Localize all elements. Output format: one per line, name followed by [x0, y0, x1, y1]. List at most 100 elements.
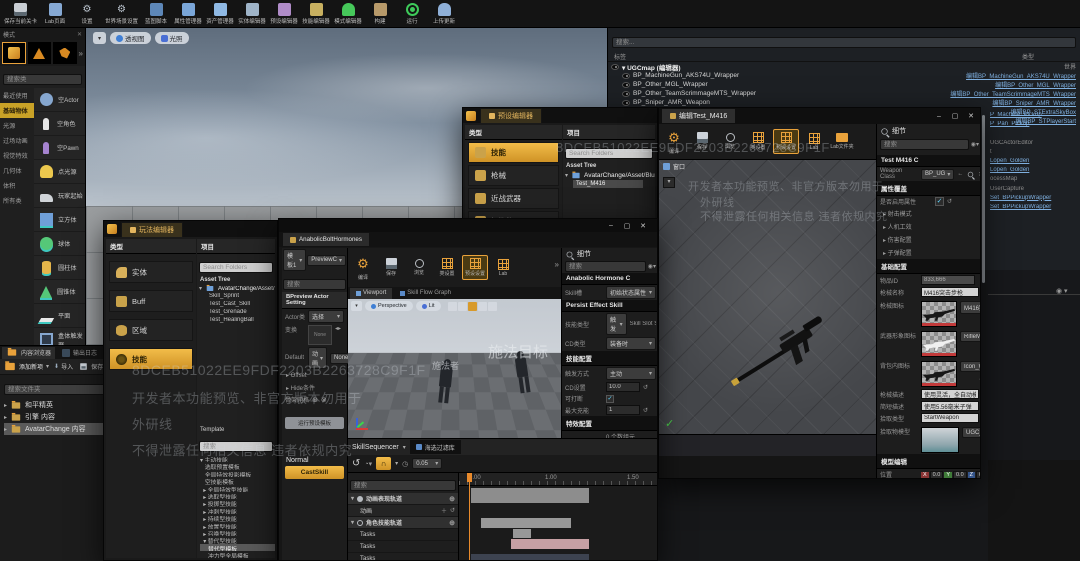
add-new-button[interactable]: 添加新项 ▾ — [4, 362, 49, 371]
asset-dropdown[interactable]: UGC_BP_M▾ — [962, 427, 981, 438]
placeable-item[interactable]: 平面 — [34, 304, 85, 328]
cooldown-field[interactable] — [606, 382, 640, 392]
asset-row[interactable]: Test_Grenade — [197, 309, 275, 317]
item-id-field[interactable] — [921, 275, 975, 285]
template-row[interactable]: ▸ 选取型技能 — [200, 492, 275, 499]
modes-category[interactable]: 视觉特效 — [0, 148, 34, 163]
outliner-type-link[interactable]: 编辑BP_Sniper_AMR_Wrapper — [992, 98, 1080, 107]
placeable-item[interactable]: 空角色 — [34, 112, 85, 136]
pos-y-field[interactable]: 0.0 — [953, 471, 967, 479]
mode-tab-place[interactable] — [2, 42, 26, 64]
weapon-name-field[interactable] — [921, 287, 979, 297]
transform-thumbnail[interactable]: None — [308, 325, 332, 345]
outliner-type-link[interactable]: 世界 — [1064, 62, 1080, 71]
text-field[interactable] — [921, 413, 979, 423]
toolbar-button[interactable]: 预设设置 — [773, 129, 799, 154]
track-add-icon[interactable]: ＋ — [441, 506, 447, 515]
window-menu-label[interactable]: 窗口 — [673, 162, 685, 171]
preview-search-input[interactable] — [283, 279, 346, 290]
toolbar-button[interactable]: 保存 — [689, 130, 715, 153]
toolbar-button[interactable]: 设置 — [73, 3, 101, 25]
snap-interval-dropdown[interactable]: 0.05▾ — [412, 458, 442, 469]
actor-class-dropdown[interactable]: 选择▾ — [308, 310, 344, 323]
toolbar-button[interactable]: 编译 — [661, 127, 687, 157]
toolbar-button[interactable]: 预设设置 — [462, 255, 488, 280]
visibility-eye-icon[interactable] — [611, 64, 619, 70]
preview-tab-dropdown[interactable]: PreviewC▾ — [307, 255, 346, 266]
visibility-eye-icon[interactable] — [622, 100, 630, 106]
track-group-row[interactable]: ▾ 角色技能轨道 ⊕ — [348, 517, 458, 529]
gameplay-editor-tab[interactable]: 玩法编辑器 — [121, 222, 183, 237]
outliner-type-link[interactable]: 编辑BP_MachineGun_AKS74U_Wrapper — [966, 71, 1080, 80]
template-tab-dropdown[interactable]: 模板1▾ — [283, 249, 306, 271]
collapsed-group-row[interactable]: ▸ 人机工效 — [877, 220, 981, 233]
template-row[interactable]: ▾ 替代型技能 — [200, 536, 275, 543]
visibility-eye-icon[interactable] — [622, 82, 630, 88]
skill-preview-viewport[interactable]: ▾ Perspective Lit 施法者 施法目标 — [348, 299, 561, 438]
placeable-item[interactable]: 玩家起始 — [34, 184, 85, 208]
template-row[interactable]: ▾ 主动技能 — [200, 455, 275, 462]
maximize-button[interactable]: ▢ — [949, 111, 961, 121]
template-row[interactable]: ▸ 投掷型技能 — [200, 499, 275, 506]
track-row[interactable]: 动画 ＋ ↺ — [348, 505, 458, 517]
modes-category[interactable]: 基础物体 — [0, 103, 34, 118]
mode-tab-paint[interactable] — [28, 42, 52, 64]
refresh-icon[interactable]: ↺ — [352, 458, 360, 469]
placeable-item[interactable]: 盒体触发器 — [34, 328, 85, 346]
add-element-icon[interactable]: ⊕ — [312, 396, 318, 404]
run-preset-button[interactable]: 运行预设模板 — [285, 417, 344, 429]
outliner-search-input[interactable] — [612, 37, 1076, 48]
tab-skill-flow-graph[interactable]: Skill Flow Graph — [394, 288, 457, 299]
outliner-type-link[interactable]: t — [990, 149, 1080, 158]
asset-search-input[interactable] — [565, 148, 653, 159]
toolbar-button[interactable]: 运行 — [398, 3, 426, 25]
placeable-item[interactable]: 球体 — [34, 232, 85, 256]
viewport-options-button[interactable]: ▾ — [351, 301, 362, 311]
timeline-clip[interactable] — [513, 529, 531, 538]
toolbar-button[interactable]: Lab — [490, 257, 516, 279]
asset-root-row[interactable]: ▾ AvatarChange/Asset/Blue — [563, 170, 655, 180]
asset-thumbnail[interactable] — [921, 331, 957, 357]
view-options-icon[interactable]: ◔▾ — [364, 460, 372, 468]
browse-icon[interactable] — [968, 171, 973, 176]
section-header[interactable]: 特效配置 — [562, 416, 658, 431]
gameplay-type-item[interactable]: 实体 — [109, 261, 193, 283]
add-track-icon[interactable]: ⊕ — [449, 495, 455, 503]
eye-filter-icon[interactable]: ◉ ▾ — [1056, 287, 1068, 295]
outliner-type-link[interactable]: 编辑BP_Other_MGL_Wrapper — [995, 80, 1080, 89]
max-charge-field[interactable] — [606, 405, 640, 415]
outliner-type-link[interactable]: Set_BPPickupWrapper — [990, 204, 1080, 213]
asset-dropdown[interactable]: M416突击步▾ — [960, 301, 981, 314]
modes-close-icon[interactable]: ✕ — [77, 31, 82, 38]
skill-slot-dropdown[interactable]: 初始状态属性▾ — [606, 286, 656, 299]
rifle-model[interactable] — [714, 288, 855, 423]
section-header[interactable]: 模型编辑 — [877, 454, 981, 469]
toolbar-button[interactable]: 浏览 — [717, 131, 743, 152]
placeable-item[interactable]: 点光源 — [34, 160, 85, 184]
section-header[interactable]: 技能配置 — [562, 351, 658, 366]
outliner-scrollbar[interactable] — [982, 115, 985, 283]
toolbar-button[interactable]: 蓝图脚本 — [142, 3, 170, 25]
outliner-type-link[interactable]: 编辑BP_Other_TeamScrimmageMTS_Wrapper — [950, 89, 1080, 98]
reset-icon[interactable]: ↺ — [643, 384, 648, 391]
toolbar-button[interactable]: Lab文件夹 — [829, 131, 855, 152]
preset-type-item[interactable]: 近战武器 — [468, 188, 559, 209]
collapsed-group-row[interactable]: ▸ 伤害配置 — [877, 233, 981, 246]
eye-filter-icon[interactable]: ◉▾ — [971, 141, 979, 148]
timeline-area[interactable]: 0.00 1.00 1.50 — [459, 473, 658, 561]
clear-icon[interactable]: ✕ — [978, 171, 981, 178]
trigger-mode-dropdown[interactable]: 主动▾ — [606, 367, 656, 380]
toolbar-button[interactable]: 类设置 — [434, 256, 460, 279]
modes-category[interactable]: 光源 — [0, 118, 34, 133]
track-search-input[interactable] — [350, 480, 456, 491]
track-row[interactable]: Tasks — [348, 541, 458, 553]
modes-category[interactable]: 过场动画 — [0, 133, 34, 148]
modes-category[interactable]: 所有类 — [0, 193, 34, 208]
maximize-button[interactable]: ▢ — [621, 221, 633, 231]
outliner-row[interactable]: BP_Other_MGL_Wrapper 编辑BP_Other_MGL_Wrap… — [608, 80, 1080, 89]
mode-tab-foliage[interactable] — [53, 42, 77, 64]
toolbar-button[interactable]: 实体编辑器 — [238, 3, 266, 25]
reset-icon[interactable]: ↺ — [643, 407, 648, 414]
preset-type-item[interactable]: 技能 — [468, 142, 559, 163]
outliner-type-link[interactable]: Lopen_Golden — [990, 167, 1080, 176]
